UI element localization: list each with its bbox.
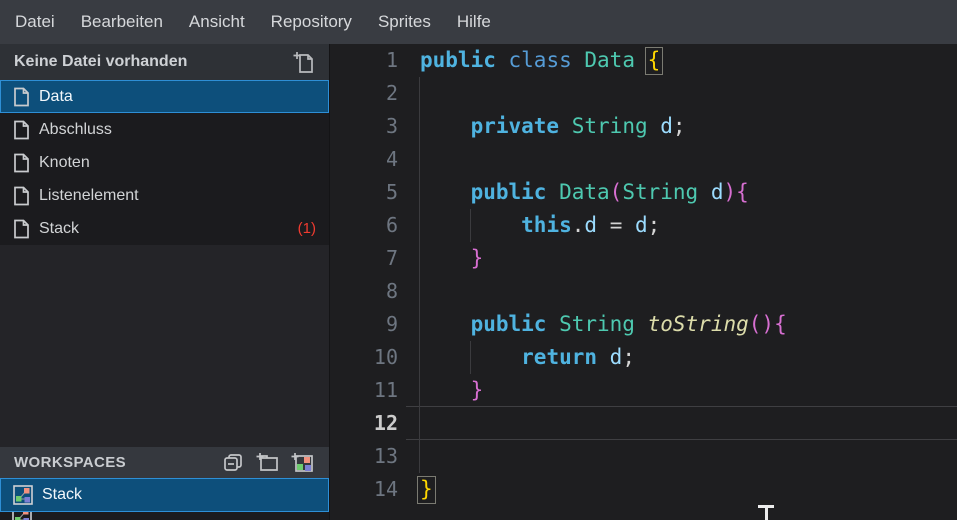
file-name: Stack [39,220,79,238]
file-list-item-data[interactable]: Data [0,80,329,113]
line-number: 9 [330,308,398,341]
code-text: private String d; [420,110,686,143]
file-list-item-abschluss[interactable]: Abschluss [0,113,329,146]
file-list-item-knoten[interactable]: Knoten [0,146,329,179]
code-line-14[interactable]: 14} [330,473,957,506]
code-line-9[interactable]: 9 public String toString(){ [330,308,957,341]
file-name: Abschluss [39,121,112,139]
line-number: 1 [330,44,398,77]
code-editor[interactable]: 1 public class Data { 23 private String d;… [330,44,957,520]
code-line-6[interactable]: 6 this.d = d; [330,209,957,242]
code-line-5[interactable]: 5 public Data(String d){ [330,176,957,209]
menu-item-hilfe[interactable]: Hilfe [444,0,504,44]
new-workspace-icon[interactable] [291,452,315,474]
code-text: } [420,374,483,407]
menu-item-ansicht[interactable]: Ansicht [176,0,258,44]
line-number: 4 [330,143,398,176]
file-icon [13,153,30,173]
menu-bar: DateiBearbeitenAnsichtRepositorySpritesH… [0,0,957,44]
code-line-11[interactable]: 11 } [330,374,957,407]
file-name: Knoten [39,154,90,172]
error-count-badge: (1) [298,220,316,237]
workspaces-title: WORKSPACES [14,454,222,471]
workspace-diagram-icon [12,512,32,520]
line-number: 5 [330,176,398,209]
file-panel-header: Keine Datei vorhanden [0,44,329,80]
line-number: 8 [330,275,398,308]
line-number: 13 [330,440,398,473]
new-folder-icon[interactable] [256,452,280,473]
workspace-diagram-icon [13,485,33,505]
workspaces-toolbar [222,452,315,474]
code-line-1[interactable]: 1 public class Data { [330,44,957,77]
file-icon [13,219,30,239]
file-icon [13,186,30,206]
menu-item-bearbeiten[interactable]: Bearbeiten [68,0,176,44]
ide-window: DateiBearbeitenAnsichtRepositorySpritesH… [0,0,957,520]
code-text: public class Data { [420,44,660,77]
file-panel-title: Keine Datei vorhanden [14,53,293,71]
code-line-8[interactable]: 8 [330,275,957,308]
code-text: public Data(String d){ [420,176,749,209]
menu-item-sprites[interactable]: Sprites [365,0,444,44]
line-number: 3 [330,110,398,143]
workspace-name: Stack [42,486,82,504]
file-icon [13,87,30,107]
file-list-item-stack[interactable]: Stack (1) [0,212,329,245]
code-line-4[interactable]: 4 [330,143,957,176]
code-text: return d; [420,341,635,374]
line-number: 10 [330,341,398,374]
new-file-icon[interactable] [293,51,315,74]
line-number: 7 [330,242,398,275]
code-line-3[interactable]: 3 private String d; [330,110,957,143]
workspace-item-partial[interactable] [0,512,329,520]
code-line-12[interactable]: 12 [330,407,957,440]
menu-item-repository[interactable]: Repository [258,0,365,44]
code-line-13[interactable]: 13 [330,440,957,473]
file-list: Data Abschluss Knoten Listenelement [0,80,329,245]
code-line-10[interactable]: 10 return d; [330,341,957,374]
collapse-windows-icon[interactable] [222,452,245,473]
line-number: 14 [330,473,398,506]
code-text: } [420,473,433,506]
workspaces-header: WORKSPACES [0,447,329,478]
code-text: public String toString(){ [420,308,787,341]
sidebar-empty-area [0,245,329,447]
code-line-7[interactable]: 7 } [330,242,957,275]
file-name: Data [39,88,73,106]
code-text: } [420,242,483,275]
line-number: 12 [330,407,398,440]
code-text: this.d = d; [420,209,660,242]
workspace-item-stack[interactable]: Stack [0,478,329,512]
text-cursor-ibeam [758,505,774,520]
file-list-item-listenelement[interactable]: Listenelement [0,179,329,212]
line-number: 2 [330,77,398,110]
code-line-2[interactable]: 2 [330,77,957,110]
sidebar: Keine Datei vorhanden Data [0,44,330,520]
menu-item-datei[interactable]: Datei [2,0,68,44]
line-number: 11 [330,374,398,407]
line-number: 6 [330,209,398,242]
file-name: Listenelement [39,187,139,205]
workspace-list: Stack [0,478,329,520]
file-icon [13,120,30,140]
